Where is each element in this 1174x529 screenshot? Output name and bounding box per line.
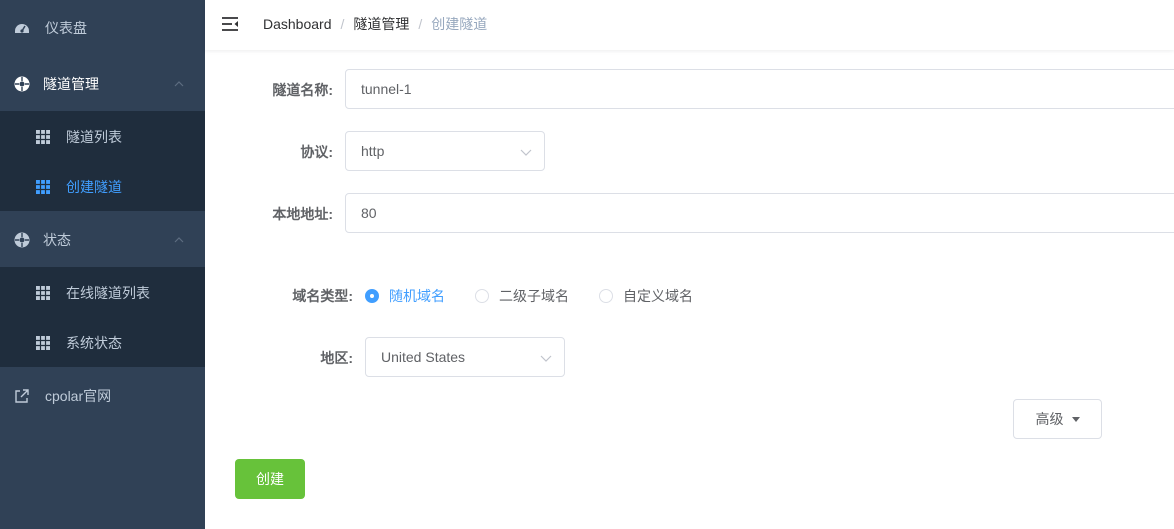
region-value: United States <box>381 349 466 365</box>
tunnel-name-input[interactable]: tunnel-1 <box>345 69 1174 109</box>
region-label: 地区: <box>320 350 353 366</box>
sidebar-item-create-tunnel[interactable]: 创建隧道 <box>0 176 205 198</box>
table-icon <box>35 285 51 301</box>
local-address-value: 80 <box>361 205 377 221</box>
sidebar-item-label: cpolar官网 <box>45 388 112 404</box>
breadcrumb-separator: / <box>418 16 423 32</box>
sidebar-item-tunnel-list[interactable]: 隧道列表 <box>0 126 205 148</box>
chevron-up-icon <box>174 81 184 87</box>
top-navbar: Dashboard / 隧道管理 / 创建隧道 <box>205 0 1174 50</box>
region-select[interactable]: United States <box>365 337 565 377</box>
sidebar-item-dashboard[interactable]: 仪表盘 <box>0 17 205 39</box>
table-icon <box>35 129 51 145</box>
breadcrumb-tunnel-mgmt[interactable]: 隧道管理 <box>353 14 409 34</box>
chevron-up-icon <box>174 237 184 243</box>
hamburger-icon[interactable] <box>221 15 239 33</box>
domain-type-random-radio[interactable]: 随机域名 <box>365 286 445 306</box>
table-icon <box>35 335 51 351</box>
external-link-icon <box>14 388 30 404</box>
local-address-label: 本地地址: <box>272 206 333 222</box>
breadcrumb: Dashboard / 隧道管理 / 创建隧道 <box>263 0 487 48</box>
sidebar-item-label: 仪表盘 <box>45 20 87 36</box>
advanced-label: 高级 <box>1035 411 1064 427</box>
radio-label: 二级子域名 <box>499 288 569 304</box>
create-label: 创建 <box>256 471 284 487</box>
domain-type-custom-radio[interactable]: 自定义域名 <box>599 286 693 306</box>
protocol-select[interactable]: http <box>345 131 545 171</box>
chevron-down-icon <box>540 355 552 362</box>
caret-down-icon <box>1071 416 1080 422</box>
radio-dot <box>365 289 379 303</box>
advanced-button[interactable]: 高级 <box>1013 399 1102 439</box>
radio-label: 自定义域名 <box>623 288 693 304</box>
table-icon <box>35 179 51 195</box>
radio-label: 随机域名 <box>389 288 445 304</box>
tunnel-name-value: tunnel-1 <box>361 81 412 97</box>
sidebar-item-system-status[interactable]: 系统状态 <box>0 332 205 354</box>
tunnel-mgmt-icon <box>14 76 30 92</box>
domain-type-label: 域名类型: <box>292 288 353 304</box>
sidebar-item-online-tunnels[interactable]: 在线隧道列表 <box>0 282 205 304</box>
protocol-value: http <box>361 143 385 159</box>
sidebar-item-label: 在线隧道列表 <box>66 285 150 301</box>
sidebar-item-label: 系统状态 <box>66 335 122 351</box>
radio-dot <box>599 289 613 303</box>
domain-type-subdomain-radio[interactable]: 二级子域名 <box>475 286 569 306</box>
create-button[interactable]: 创建 <box>235 459 305 499</box>
sidebar-item-status[interactable]: 状态 <box>0 229 205 251</box>
sidebar-item-label: 创建隧道 <box>66 179 122 195</box>
tunnel-name-label: 隧道名称: <box>272 82 333 98</box>
status-icon <box>14 232 30 248</box>
sidebar-item-tunnel-mgmt[interactable]: 隧道管理 <box>0 73 205 95</box>
breadcrumb-current: 创建隧道 <box>431 16 488 32</box>
sidebar-item-label: 隧道管理 <box>43 76 99 92</box>
local-address-input[interactable]: 80 <box>345 193 1174 233</box>
dashboard-icon <box>14 20 30 36</box>
sidebar-item-label: 状态 <box>43 232 71 248</box>
protocol-label: 协议: <box>300 144 333 160</box>
sidebar-item-cpolar-site[interactable]: cpolar官网 <box>0 385 205 407</box>
radio-dot <box>475 289 489 303</box>
sidebar: 仪表盘 隧道管理 隧道列表 创建隧道 状态 在线隧道列表 系统状态 cpolar… <box>0 0 205 529</box>
breadcrumb-separator: / <box>340 16 345 32</box>
breadcrumb-dashboard[interactable]: Dashboard <box>263 16 332 32</box>
sidebar-item-label: 隧道列表 <box>66 129 122 145</box>
chevron-down-icon <box>520 149 532 156</box>
